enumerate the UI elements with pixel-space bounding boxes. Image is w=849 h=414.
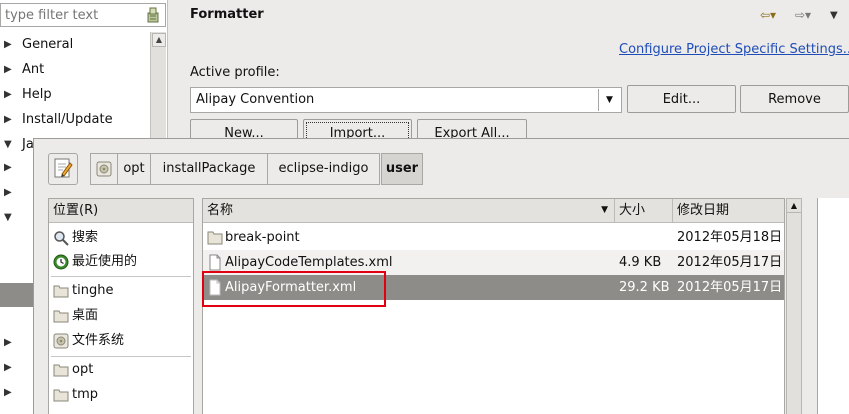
configure-project-settings-link[interactable]: Configure Project Specific Settings... bbox=[619, 42, 849, 57]
sort-down-icon: ▼ bbox=[601, 205, 608, 215]
forward-arrow-icon[interactable]: ⇨▾ bbox=[795, 8, 811, 22]
place-label: tinghe bbox=[72, 283, 114, 298]
expand-arrow-icon[interactable]: ▶ bbox=[4, 337, 12, 348]
path-crumb-user[interactable]: user bbox=[381, 153, 423, 185]
tree-item-label: General bbox=[22, 37, 74, 52]
collapse-arrow-icon[interactable]: ▼ bbox=[4, 212, 12, 223]
folder-icon bbox=[53, 285, 69, 298]
back-arrow-icon[interactable]: ⇦▾ bbox=[760, 8, 776, 22]
file-icon bbox=[209, 254, 221, 271]
clear-filter-icon[interactable] bbox=[146, 7, 160, 23]
filter-field[interactable] bbox=[0, 3, 166, 27]
tree-item-ant[interactable]: ▶ Ant bbox=[0, 58, 150, 82]
file-modified: 2012年05月18日 bbox=[677, 230, 783, 245]
file-row[interactable]: break-point 2012年05月18日 bbox=[203, 225, 784, 250]
profile-value: Alipay Convention bbox=[196, 92, 315, 107]
folder-icon bbox=[53, 389, 69, 402]
highlight-annotation bbox=[202, 271, 386, 307]
path-crumb-installpackage[interactable]: installPackage bbox=[150, 153, 268, 185]
scroll-up-icon[interactable]: ▲ bbox=[152, 33, 166, 47]
path-crumb-eclipse-indigo[interactable]: eclipse-indigo bbox=[267, 153, 380, 185]
edit-location-icon bbox=[54, 158, 73, 177]
search-icon bbox=[54, 231, 69, 246]
places-header[interactable]: 位置(R) bbox=[49, 199, 193, 223]
place-label: 搜索 bbox=[72, 230, 99, 245]
column-label: 修改日期 bbox=[677, 203, 730, 218]
file-list-scrollbar[interactable]: ▲ bbox=[786, 198, 802, 414]
column-label: 名称 bbox=[207, 203, 234, 218]
expand-arrow-icon[interactable]: ▶ bbox=[4, 187, 12, 198]
tree-item-help[interactable]: ▶ Help bbox=[0, 83, 150, 107]
column-label: 大小 bbox=[619, 203, 646, 218]
place-label: tmp bbox=[72, 387, 99, 402]
expand-arrow-icon[interactable]: ▶ bbox=[4, 387, 12, 398]
file-chooser-dialog: opt installPackage eclipse-indigo user 位… bbox=[33, 138, 849, 414]
type-location-button[interactable] bbox=[48, 153, 78, 185]
file-size: 4.9 KB bbox=[619, 255, 662, 270]
background-panel bbox=[817, 198, 849, 414]
tree-item-label: Help bbox=[22, 87, 52, 102]
places-separator bbox=[51, 276, 191, 277]
path-crumb-opt[interactable]: opt bbox=[117, 153, 151, 185]
collapse-arrow-icon[interactable]: ▼ bbox=[4, 133, 12, 157]
tree-item-general[interactable]: ▶ General bbox=[0, 33, 150, 57]
expand-arrow-icon[interactable]: ▶ bbox=[4, 362, 12, 373]
place-label: 桌面 bbox=[72, 308, 99, 323]
drive-icon bbox=[96, 161, 112, 177]
expand-arrow-icon[interactable]: ▶ bbox=[4, 58, 12, 82]
selected-tree-item[interactable] bbox=[0, 283, 34, 307]
tree-item-install-update[interactable]: ▶ Install/Update bbox=[0, 108, 150, 132]
expand-arrow-icon[interactable]: ▶ bbox=[4, 33, 12, 57]
file-size: 29.2 KB bbox=[619, 280, 670, 295]
places-sidebar: 位置(R) 搜索 最近使用的 tinghe 桌面 文件系统 opt tmp bbox=[48, 198, 194, 414]
column-header-size[interactable]: 大小 bbox=[615, 199, 673, 223]
expand-arrow-icon[interactable]: ▶ bbox=[4, 108, 12, 132]
view-menu-icon[interactable]: ▼ bbox=[830, 10, 838, 21]
places-separator bbox=[51, 356, 191, 357]
folder-icon bbox=[207, 231, 223, 245]
filter-input[interactable] bbox=[1, 4, 141, 26]
place-label: opt bbox=[72, 362, 94, 377]
folder-icon bbox=[53, 310, 69, 323]
column-header-modified[interactable]: 修改日期 bbox=[673, 199, 784, 223]
dropdown-arrow-icon[interactable]: ▼ bbox=[598, 89, 620, 111]
place-label: 文件系统 bbox=[72, 333, 125, 348]
remove-button[interactable]: Remove bbox=[740, 85, 849, 113]
file-modified: 2012年05月17日 bbox=[677, 255, 783, 270]
active-profile-label: Active profile: bbox=[190, 65, 280, 80]
expand-arrow-icon[interactable]: ▶ bbox=[4, 162, 12, 173]
recent-icon bbox=[53, 254, 69, 270]
place-label: 最近使用的 bbox=[72, 254, 138, 269]
tree-item-label: Ant bbox=[22, 62, 45, 77]
column-header-name[interactable]: 名称 ▼ bbox=[203, 199, 615, 223]
file-name: break-point bbox=[225, 230, 300, 245]
profile-select[interactable]: Alipay Convention ▼ bbox=[190, 87, 622, 113]
drive-icon bbox=[53, 333, 69, 349]
tree-item-label: Install/Update bbox=[22, 112, 113, 127]
file-modified: 2012年05月17日 bbox=[677, 280, 783, 295]
path-root-button[interactable] bbox=[90, 153, 118, 185]
edit-button[interactable]: Edit... bbox=[627, 85, 736, 113]
scroll-up-icon[interactable]: ▲ bbox=[787, 199, 801, 213]
expand-arrow-icon[interactable]: ▶ bbox=[4, 83, 12, 107]
page-title: Formatter bbox=[190, 7, 264, 22]
folder-icon bbox=[53, 364, 69, 377]
